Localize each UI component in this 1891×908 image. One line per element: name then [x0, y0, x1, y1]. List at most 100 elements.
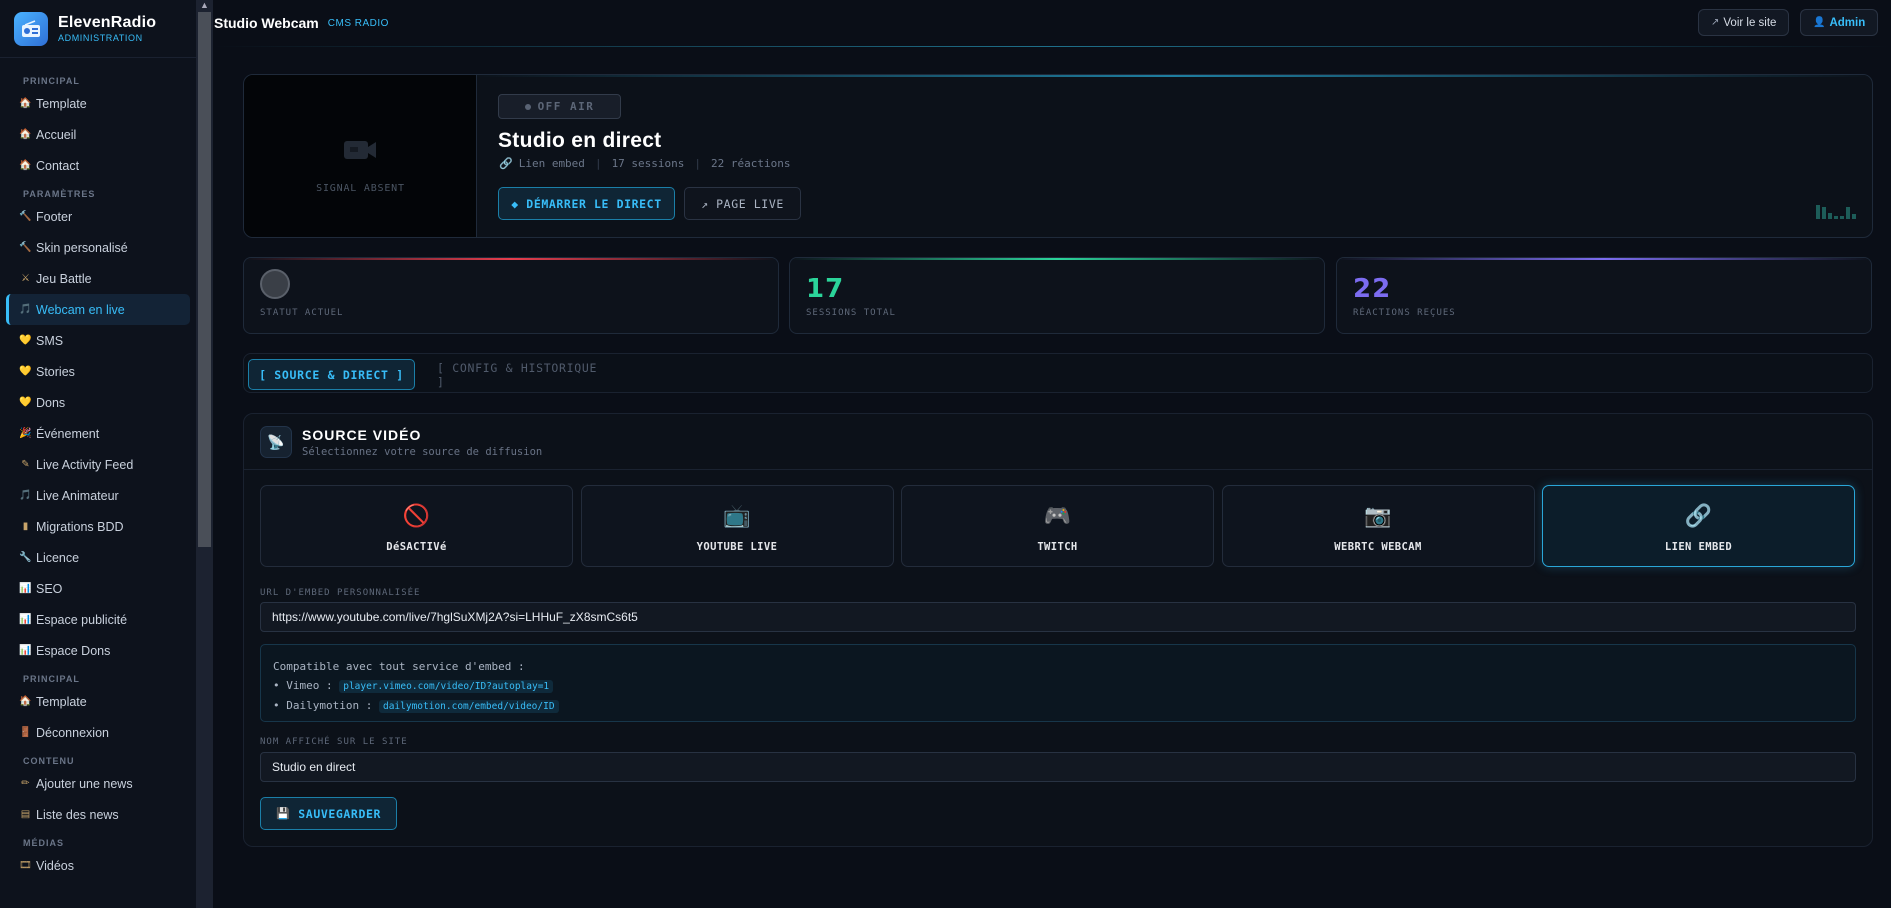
sidebar-section-label: PARAMÈTRES	[23, 189, 96, 199]
stat-sessions-label: SESSIONS TOTAL	[806, 308, 896, 318]
sidebar-item[interactable]: 🏠 Template	[6, 686, 190, 717]
sidebar-item-label: Template	[36, 96, 87, 111]
sidebar-item[interactable]: 📊 Espace publicité	[6, 604, 190, 635]
source-option-label: WEBRTC WEBCAM	[1334, 541, 1422, 553]
hint-daily-code: dailymotion.com/embed/video/ID	[378, 700, 559, 713]
view-site-button[interactable]: ↗ Voir le site	[1698, 9, 1790, 36]
sidebar-item[interactable]: ▤ Liste des news	[6, 799, 190, 830]
signal-status: SIGNAL ABSENT	[316, 183, 405, 194]
hint-daily-label: • Dailymotion :	[273, 699, 373, 712]
sidebar-item[interactable]: 💛 Stories	[6, 356, 190, 387]
panel-subtitle: Sélectionnez votre source de diffusion	[302, 446, 543, 458]
tab-config-history[interactable]: [ CONFIG & HISTORIQUE ]	[437, 359, 607, 390]
brand-name: ElevenRadio	[58, 14, 157, 31]
topbar: Studio Webcam CMS RADIO ↗ Voir le site 👤…	[213, 0, 1891, 47]
music-icon: 🎵	[19, 490, 32, 501]
sidebar-item[interactable]: 🏠 Accueil	[6, 119, 190, 150]
sidebar-item-label: Jeu Battle	[36, 271, 92, 286]
sidebar-item-label: Accueil	[36, 127, 77, 142]
embed-url-input[interactable]: https://www.youtube.com/live/7hglSuXMj2A…	[260, 602, 1856, 632]
stat-status-label: STATUT ACTUEL	[260, 308, 344, 318]
source-option[interactable]: 🎮 TWITCH	[901, 485, 1214, 567]
embed-hint-box: Compatible avec tout service d'embed : •…	[260, 644, 1856, 722]
page-tag: CMS RADIO	[327, 17, 389, 29]
status-dot-icon	[524, 103, 531, 110]
sidebar-scrollbar[interactable]: ▲	[196, 0, 213, 908]
floppy-icon: 💾	[275, 807, 291, 820]
embed-url-label: URL D'EMBED PERSONNALISÉE	[260, 588, 421, 598]
brand[interactable]: ElevenRadio ADMINISTRATION	[0, 0, 212, 58]
home-icon: 🏠	[19, 160, 32, 171]
home-icon: 🏠	[19, 696, 32, 707]
source-option[interactable]: 🚫 DéSACTIVé	[260, 485, 573, 567]
save-button[interactable]: 💾 SAUVEGARDER	[260, 797, 397, 830]
hint-intro: Compatible avec tout service d'embed :	[273, 660, 525, 673]
pencil-icon: ✏	[21, 778, 30, 789]
sidebar-item[interactable]: ✏ Ajouter une news	[6, 768, 190, 799]
door-icon: 🚪	[19, 727, 32, 738]
sidebar-item[interactable]: ▮ Migrations BDD	[6, 511, 190, 542]
source-option[interactable]: 📺 YOUTUBE LIVE	[580, 485, 894, 567]
start-live-button[interactable]: ◆ DÉMARRER LE DIRECT	[498, 187, 675, 220]
stat-card-reactions: 22 RÉACTIONS REÇUES	[1336, 257, 1872, 334]
sidebar-item-label: Live Animateur	[36, 488, 119, 503]
status-badge-label: OFF AIR	[537, 100, 595, 113]
source-option-label: YOUTUBE LIVE	[696, 541, 778, 553]
tab-source-direct[interactable]: [ SOURCE & DIRECT ]	[248, 359, 415, 390]
meta-sessions: 17 sessions	[611, 157, 685, 170]
hint-dailymotion: • Dailymotion : dailymotion.com/embed/vi…	[273, 696, 1843, 716]
sidebar-item-label: SEO	[36, 581, 63, 596]
sidebar-item[interactable]: 🔧 Licence	[6, 542, 190, 573]
sidebar-item[interactable]: 🚪 Déconnexion	[6, 717, 190, 748]
source-option[interactable]: 📷 WEBRTC WEBCAM	[1221, 485, 1535, 567]
sidebar-item[interactable]: 🏠 Template	[6, 88, 190, 119]
sidebar-item-label: Espace publicité	[36, 612, 128, 627]
status-badge: OFF AIR	[498, 94, 621, 119]
sidebar-item[interactable]: 📊 Espace Dons	[6, 635, 190, 666]
scrollbar-thumb[interactable]	[198, 12, 211, 547]
radio-logo-icon	[14, 11, 48, 46]
stat-card-status: STATUT ACTUEL	[243, 257, 779, 334]
camera-off-icon	[342, 135, 378, 161]
sidebar-item[interactable]: 🎞 Vidéos	[6, 850, 190, 881]
hammer-icon: 🔨	[19, 242, 32, 253]
meta-separator: |	[594, 157, 602, 170]
live-hero-card: SIGNAL ABSENT OFF AIR Studio en direct 🔗…	[243, 74, 1873, 238]
chart-icon: 📊	[19, 583, 32, 594]
admin-label: Admin	[1829, 16, 1866, 29]
sidebar-item[interactable]: 📊 SEO	[6, 573, 190, 604]
sidebar-item[interactable]: ⚔ Jeu Battle	[6, 263, 190, 294]
home-icon: 🏠	[19, 98, 32, 109]
sidebar-item-label: Webcam en live	[36, 302, 125, 317]
audio-level-icon	[1816, 203, 1856, 219]
display-name-label: NOM AFFICHÉ SUR LE SITE	[260, 737, 408, 747]
scroll-up-arrow-icon[interactable]: ▲	[200, 0, 209, 10]
link-icon: 🔗	[1684, 503, 1713, 528]
sidebar-item[interactable]: 🔨 Skin personalisé	[6, 232, 190, 263]
sidebar-item[interactable]: 🎵 Webcam en live	[6, 294, 190, 325]
music-icon: 🎵	[19, 304, 32, 315]
stat-card-sessions: 17 SESSIONS TOTAL	[789, 257, 1325, 334]
hint-vimeo-code: player.vimeo.com/video/ID?autoplay=1	[339, 680, 554, 693]
display-name-input[interactable]: Studio en direct	[260, 752, 1856, 782]
heart-icon: 💛	[19, 366, 32, 377]
meta-embed: Lien embed	[518, 157, 585, 170]
user-icon: 👤	[1813, 17, 1826, 28]
chart-icon: 📊	[19, 614, 32, 625]
sidebar-item[interactable]: 💛 Dons	[6, 387, 190, 418]
satellite-icon: 📡	[260, 426, 292, 458]
live-page-button[interactable]: ↗ PAGE LIVE	[684, 187, 801, 220]
sidebar-item-label: Déconnexion	[36, 725, 109, 740]
tv-icon: 📺	[723, 503, 751, 528]
sidebar-item[interactable]: ✎ Live Activity Feed	[6, 449, 190, 480]
hint-vimeo-label: • Vimeo :	[273, 679, 333, 692]
sidebar-item[interactable]: 🎵 Live Animateur	[6, 480, 190, 511]
sidebar-item[interactable]: 🎉 Événement	[6, 418, 190, 449]
source-option[interactable]: 🔗 LIEN EMBED	[1542, 485, 1855, 567]
sidebar-item[interactable]: 🏠 Contact	[6, 150, 190, 181]
sidebar-item[interactable]: 💛 SMS	[6, 325, 190, 356]
admin-button[interactable]: 👤 Admin	[1800, 9, 1879, 36]
stat-sessions-value: 17	[806, 274, 845, 304]
sidebar-item-label: SMS	[36, 333, 64, 348]
sidebar-item[interactable]: 🔨 Footer	[6, 201, 190, 232]
